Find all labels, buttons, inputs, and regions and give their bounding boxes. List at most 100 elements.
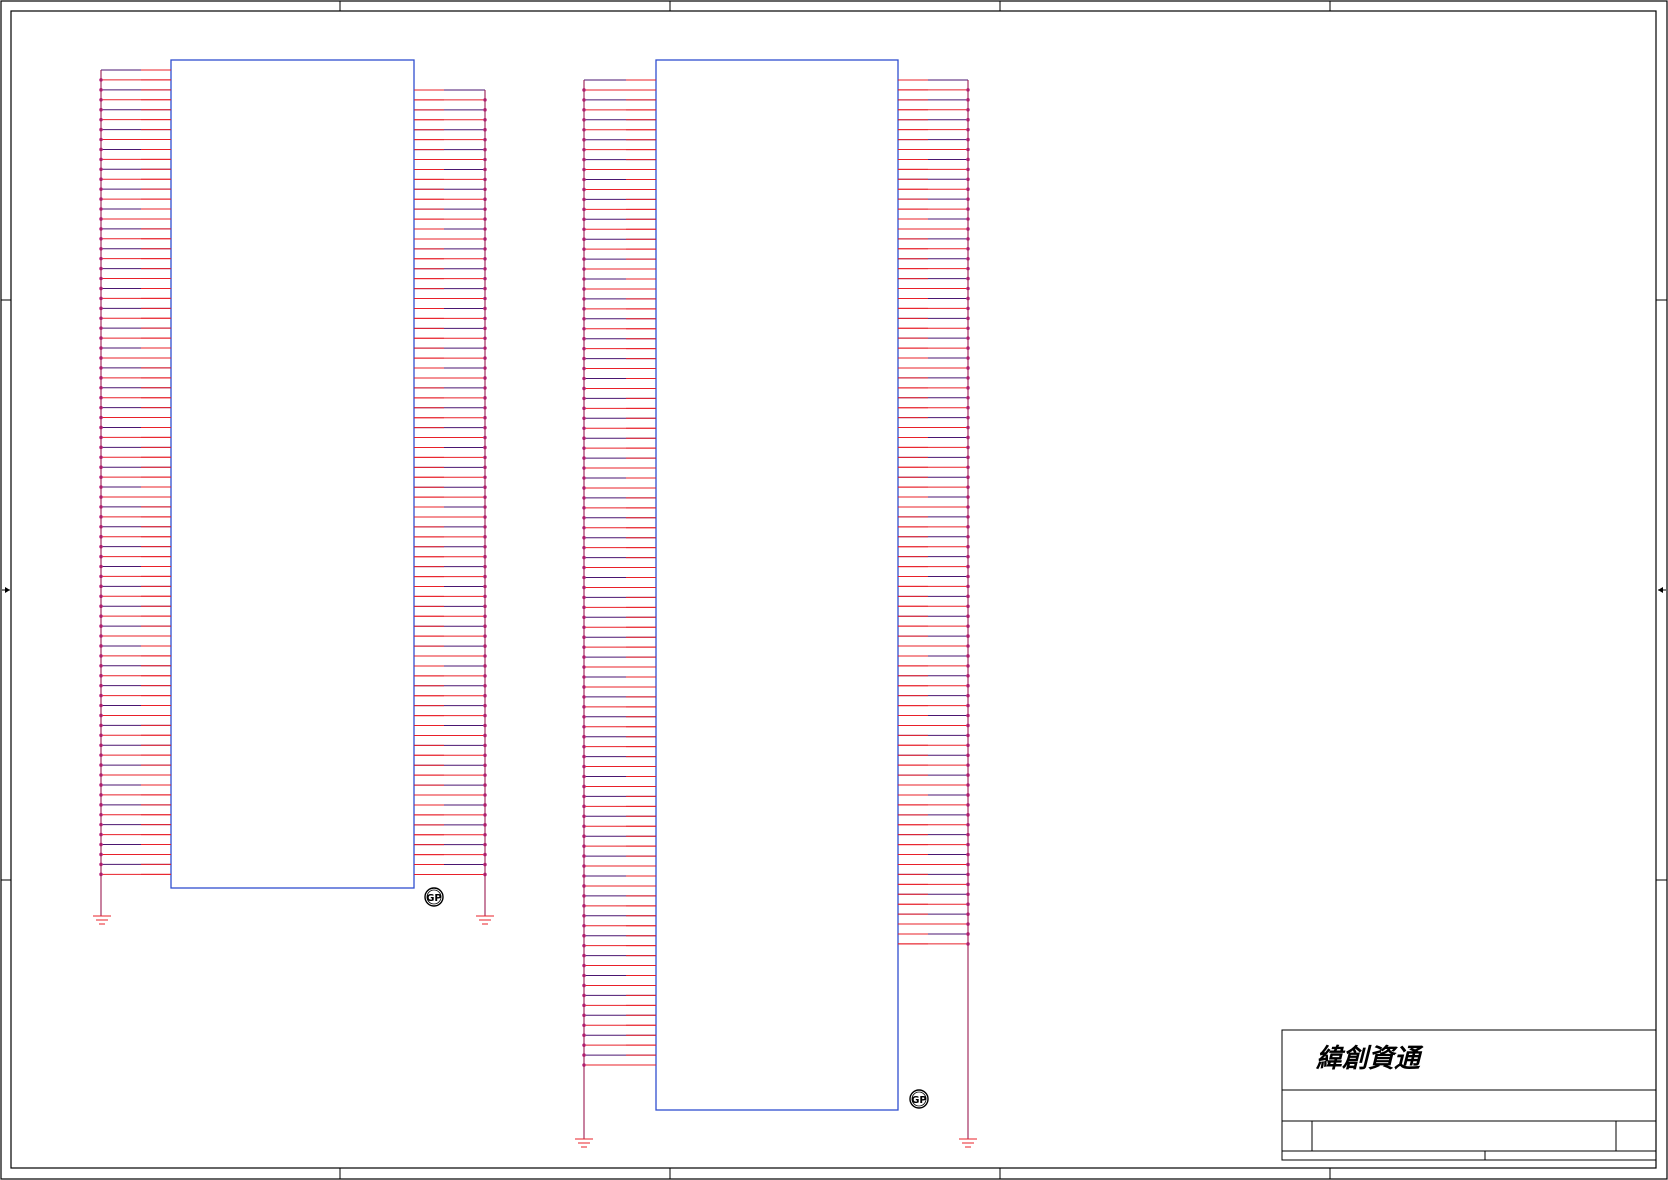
pin-row [99, 316, 171, 321]
pin-row [582, 157, 656, 162]
pin-row [414, 674, 487, 678]
pin-row [414, 425, 487, 430]
pin-row [582, 147, 656, 152]
pin-row [898, 832, 970, 837]
pin-row [898, 733, 970, 738]
pin-row [582, 814, 656, 819]
pin-row [99, 524, 171, 529]
pin-row [898, 286, 970, 291]
pin-row [414, 584, 487, 589]
pin-row [898, 157, 970, 162]
pin-row [414, 386, 487, 390]
pin-row [582, 943, 656, 948]
pin-row [898, 892, 970, 897]
pin-row [898, 415, 970, 420]
pin-row [414, 544, 487, 549]
pin-row [582, 287, 656, 291]
pin-row [582, 307, 656, 311]
pin-row [582, 486, 656, 490]
pin-row [898, 266, 970, 271]
pin-row [898, 932, 970, 936]
pin-row [99, 743, 171, 748]
pin-row [414, 703, 487, 708]
pin-row [898, 793, 970, 797]
pin-row [582, 953, 656, 958]
pin-row [99, 356, 171, 360]
pin-row [414, 296, 487, 301]
pin-row [414, 127, 487, 132]
pin-row [898, 644, 970, 648]
pin-row [414, 306, 487, 311]
pin-row [582, 545, 656, 550]
pin-row [898, 852, 970, 857]
pin-row [99, 783, 171, 787]
pin-row [582, 217, 656, 222]
sheet-frame [0, 0, 1668, 1180]
pin-row [898, 743, 970, 748]
pin-row [414, 187, 487, 192]
pin-row [898, 554, 970, 559]
pin-row [414, 535, 487, 539]
right-pin-bank [414, 89, 487, 916]
pin-row [414, 217, 487, 221]
pin-row [582, 655, 656, 659]
pin-row [99, 395, 171, 400]
pin-row [99, 803, 171, 807]
pin-row [99, 793, 171, 797]
left-pin-bank [99, 69, 171, 916]
pin-row [898, 604, 970, 609]
pin-row [414, 286, 487, 291]
pin-row [582, 466, 656, 470]
pin-row [582, 734, 656, 739]
pin-row [414, 405, 487, 410]
pin-row [582, 1003, 656, 1008]
pin-row [582, 904, 656, 908]
schematic-sheet: GP GP 緯創資通 [0, 0, 1668, 1180]
pin-row [414, 614, 487, 619]
pin-row [99, 534, 171, 539]
pin-row [414, 326, 487, 331]
pin-row [582, 535, 656, 540]
pin-row [99, 445, 171, 450]
pin-row [414, 832, 487, 837]
pin-row [582, 516, 656, 520]
pin-row [414, 485, 487, 490]
pin-row [898, 485, 970, 489]
pin-row [898, 237, 970, 241]
pin-row [898, 534, 970, 539]
pin-row [99, 187, 171, 191]
pin-row [898, 326, 970, 331]
pin-row [582, 1053, 656, 1057]
pin-row [898, 386, 970, 390]
pin-row [99, 107, 171, 112]
connector-left: GP [93, 59, 494, 925]
pin-row [582, 197, 656, 202]
pin-row [414, 862, 487, 867]
pin-row [582, 1013, 656, 1018]
pin-row [414, 783, 487, 787]
pin-row [414, 743, 487, 748]
pin-row [414, 753, 487, 758]
pin-row [414, 376, 487, 380]
pin-row [898, 753, 970, 758]
pin-row [582, 436, 656, 441]
connector-body [655, 59, 899, 1111]
pin-row [414, 654, 487, 658]
pin-row [582, 237, 656, 241]
pin-row [99, 88, 171, 92]
pin-row [898, 505, 970, 509]
pin-row [582, 177, 656, 182]
pin-row [99, 256, 171, 261]
pin-row [898, 584, 970, 589]
pin-row [99, 852, 171, 857]
pin-row [898, 683, 970, 688]
pin-row [898, 803, 970, 807]
pin-row [582, 496, 656, 500]
pin-row [414, 684, 487, 688]
pin-row [582, 983, 656, 988]
pin-row [898, 167, 970, 172]
pin-row [582, 108, 656, 112]
pin-row [582, 854, 656, 858]
pin-row [414, 356, 487, 360]
arrow-marker-icon [2, 587, 10, 593]
